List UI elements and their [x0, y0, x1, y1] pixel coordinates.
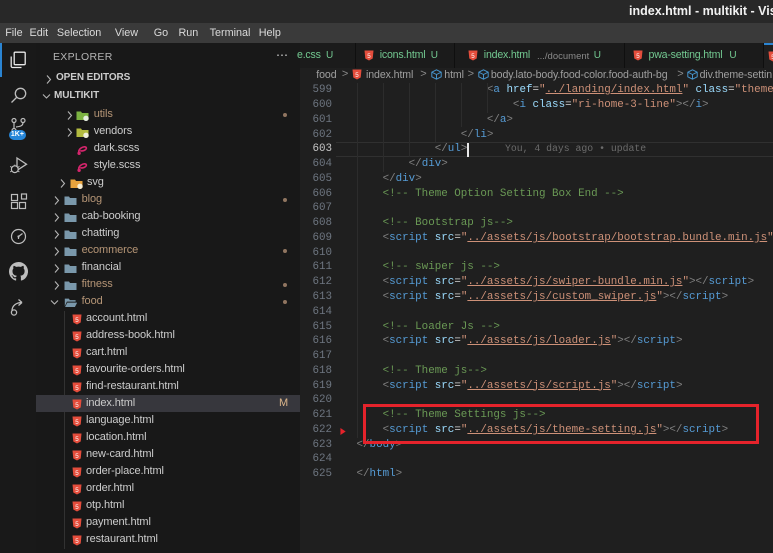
svg-text:5: 5: [75, 316, 79, 323]
svg-text:5: 5: [75, 350, 79, 357]
svg-text:5: 5: [356, 72, 360, 79]
svg-text:5: 5: [367, 52, 371, 59]
svg-text:5: 5: [75, 537, 79, 544]
svg-text:5: 5: [75, 435, 79, 442]
svg-text:5: 5: [75, 401, 79, 408]
svg-text:5: 5: [75, 333, 79, 340]
svg-text:5: 5: [637, 52, 641, 59]
svg-text:5: 5: [75, 486, 79, 493]
svg-text:5: 5: [75, 520, 79, 527]
svg-text:5: 5: [75, 503, 79, 510]
svg-text:5: 5: [75, 452, 79, 459]
svg-text:5: 5: [75, 418, 79, 425]
svg-text:5: 5: [471, 52, 475, 59]
svg-text:5: 5: [75, 384, 79, 391]
svg-text:5: 5: [75, 367, 79, 374]
svg-text:5: 5: [75, 469, 79, 476]
